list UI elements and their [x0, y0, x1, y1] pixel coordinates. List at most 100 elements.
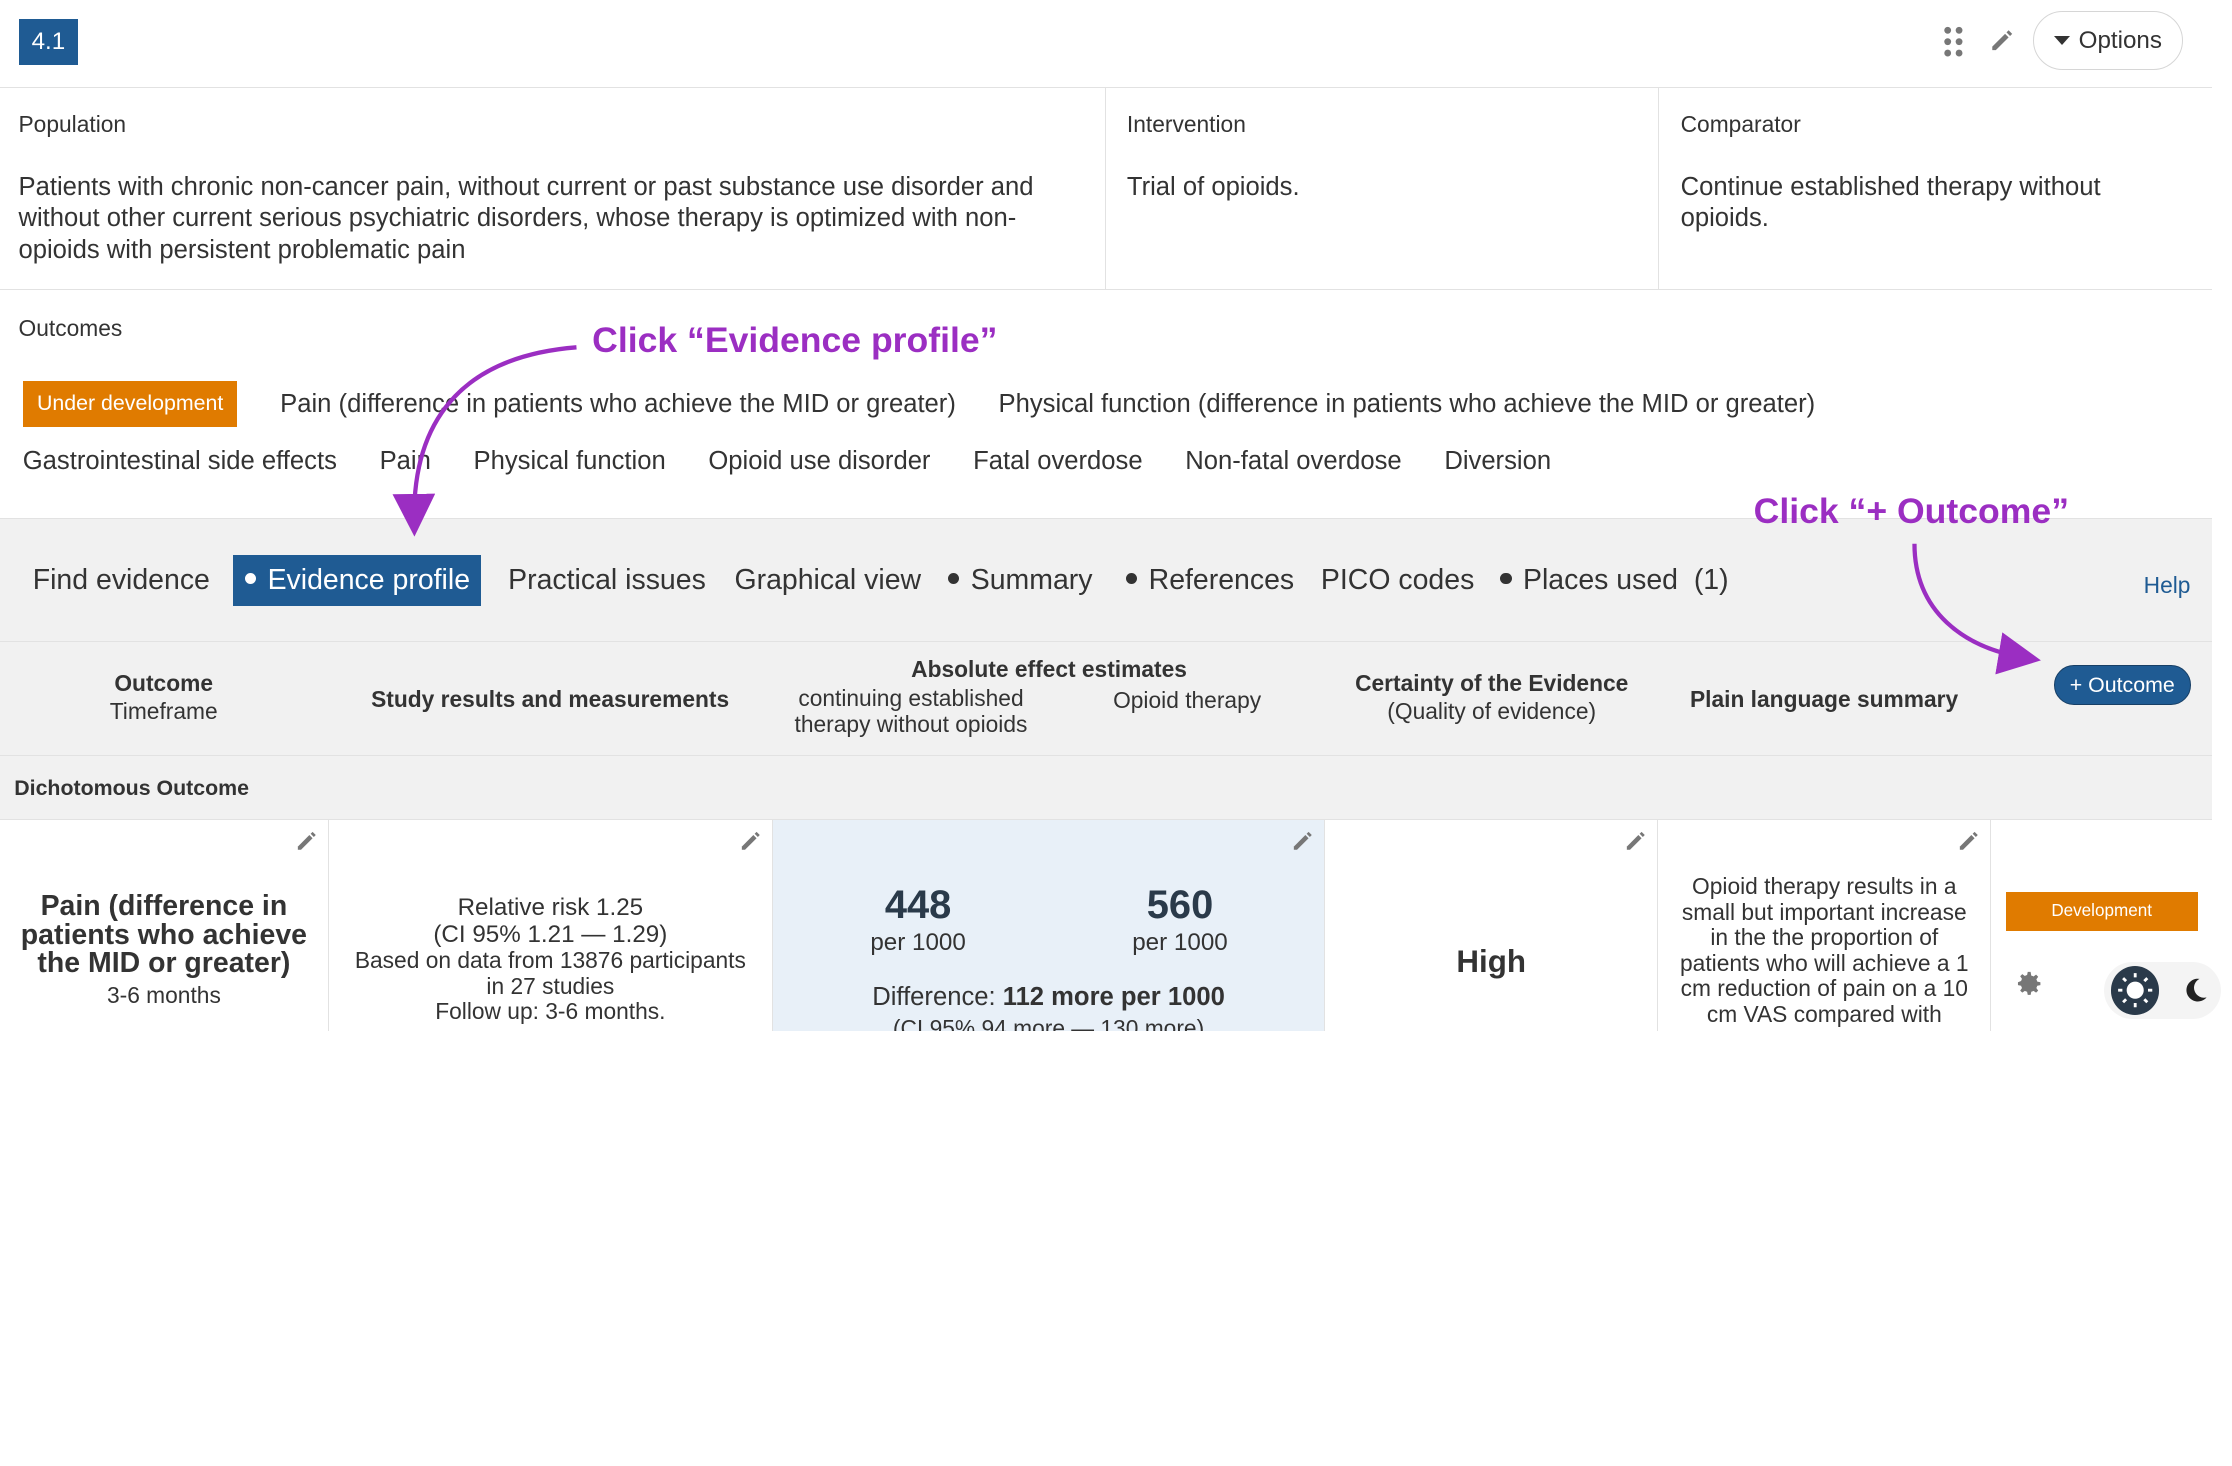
intervention-value: 560 per 1000 [1095, 884, 1266, 958]
tab-find-evidence[interactable]: Find evidence [33, 555, 210, 606]
intervention-col-header: Opioid therapy [1113, 687, 1262, 714]
outcome-link[interactable]: Pain [380, 447, 431, 476]
moon-icon[interactable] [2181, 976, 2209, 1004]
comparator-text: Continue established therapy without opi… [1680, 173, 2101, 233]
drag-handle-icon[interactable] [1942, 26, 1965, 57]
study-results-header-label: Study results and measurements [371, 685, 730, 712]
tab-evidence-profile[interactable]: Evidence profile [233, 554, 482, 606]
tab-dot-icon [1125, 572, 1138, 585]
edit-pencil-icon[interactable] [738, 828, 764, 854]
light-mode-button[interactable] [2110, 966, 2160, 1015]
gear-icon[interactable] [2013, 968, 2044, 999]
options-button[interactable]: Options [2032, 11, 2184, 70]
tab-dot-icon [1500, 572, 1512, 585]
pico-section: Population Patients with chronic non-can… [0, 88, 2212, 291]
based-on-text: Based on data from 13876 participants in… [354, 946, 746, 999]
timeframe-header-label: Timeframe [109, 698, 218, 725]
difference-value: 112 more per 1000 [1002, 983, 1225, 1012]
certainty-cell[interactable]: High [1325, 819, 1659, 1031]
outcomes-row-1: Under development Pain (difference in pa… [22, 381, 1816, 427]
outcome-link[interactable]: Pain (difference in patients who achieve… [280, 390, 956, 419]
certainty-header-label: Certainty of the Evidence [1355, 669, 1629, 696]
relative-risk-ci: (CI 95% 1.21 — 1.29) [433, 920, 668, 948]
outcome-link[interactable]: Fatal overdose [973, 447, 1142, 476]
comparator-label: Comparator [1680, 111, 1801, 138]
add-outcome-button[interactable]: + Outcome [2053, 664, 2191, 705]
certainty-header-sub: (Quality of evidence) [1387, 698, 1597, 725]
population-label: Population [18, 111, 127, 138]
outcome-link[interactable]: Physical function [474, 447, 666, 476]
section-number-badge: 4.1 [18, 18, 79, 66]
difference-label: Difference: [872, 983, 996, 1012]
add-outcome-annotation: Click “+ Outcome” [1753, 491, 2069, 532]
intervention-text: Trial of opioids. [1126, 173, 1300, 202]
tab-dot-icon [947, 572, 960, 585]
tab-dot-icon [244, 572, 257, 585]
outcome-cell[interactable]: Pain (difference in patients who achieve… [0, 819, 329, 1031]
comparator-value: 448 per 1000 [833, 884, 1004, 958]
theme-toggle[interactable] [2103, 962, 2221, 1020]
comparator-column: Comparator Continue established therapy … [1658, 88, 2212, 291]
study-results-header: Study results and measurements [327, 685, 773, 713]
tab-summary[interactable]: Summary [947, 555, 1092, 606]
edit-pencil-icon[interactable] [1988, 26, 2016, 54]
outcome-link[interactable]: Non-fatal overdose [1185, 447, 1401, 476]
plain-language-header-label: Plain language summary [1689, 685, 1959, 712]
help-link[interactable]: Help [2144, 572, 2191, 599]
follow-up-text: Follow up: 3-6 months. [435, 998, 666, 1025]
difference-text: Difference: 112 more per 1000 (CI 95% 94… [773, 982, 1324, 1030]
tab-practical-issues[interactable]: Practical issues [508, 555, 706, 606]
intervention-column: Intervention Trial of opioids. [1104, 88, 1659, 291]
absolute-effect-header: Absolute effect estimates [773, 655, 1325, 683]
top-bar: 4.1 Options [0, 0, 2212, 89]
plain-language-header: Plain language summary [1658, 685, 1990, 713]
absolute-effect-header-label: Absolute effect estimates [911, 655, 1187, 682]
relative-risk: Relative risk 1.25 [457, 893, 644, 921]
table-row: Pain (difference in patients who achieve… [0, 819, 2212, 1031]
comparator-number: 448 [884, 882, 952, 927]
tab-graphical-view[interactable]: Graphical view [734, 555, 921, 606]
edit-pencil-icon[interactable] [1623, 828, 1649, 854]
plain-language-cell[interactable]: Opioid therapy results in a small but im… [1658, 819, 1992, 1031]
edit-pencil-icon[interactable] [1290, 828, 1316, 854]
population-column: Population Patients with chronic non-can… [0, 88, 1105, 290]
population-text: Patients with chronic non-cancer pain, w… [18, 173, 1034, 264]
tabs-bar: Find evidence Evidence profile Practical… [0, 518, 2212, 642]
outcome-header: Outcome Timeframe [0, 669, 327, 726]
intervention-unit: per 1000 [1132, 928, 1228, 956]
caret-down-icon [2054, 36, 2071, 46]
study-results-cell[interactable]: Relative risk 1.25 (CI 95% 1.21 — 1.29) … [329, 819, 773, 1031]
outcome-link[interactable]: Diversion [1444, 447, 1551, 476]
edit-pencil-icon[interactable] [1956, 828, 1982, 854]
outcomes-row-2: Gastrointestinal side effects Pain Physi… [23, 447, 1551, 476]
sun-icon [2118, 973, 2153, 1008]
tab-places-used[interactable]: Places used (1) [1500, 555, 1729, 606]
comparator-unit: per 1000 [870, 928, 966, 956]
dichotomous-section-row: Dichotomous Outcome [0, 755, 2212, 820]
outcome-link[interactable]: Opioid use disorder [708, 447, 930, 476]
tab-label: References [1148, 563, 1295, 596]
evidence-table-header: Outcome Timeframe Study results and meas… [0, 641, 2212, 756]
certainty-value: High [1456, 943, 1526, 979]
comparator-col-header: continuing established therapy without o… [794, 685, 1028, 737]
page: 4.1 Options Population Patients with chr… [0, 0, 2232, 1031]
outcomes-label: Outcomes [18, 314, 123, 341]
intervention-label: Intervention [1126, 111, 1246, 138]
edit-pencil-icon[interactable] [294, 828, 320, 854]
outcome-link[interactable]: Physical function (difference in patient… [999, 390, 1816, 419]
absolute-effect-cell[interactable]: 448 per 1000 560 per 1000 Difference: 11… [772, 819, 1326, 1031]
places-used-count: (1) [1693, 563, 1729, 596]
section-title: Dichotomous Outcome [14, 775, 250, 800]
tab-label: Places used [1523, 563, 1679, 596]
development-status-badge: Development [2005, 892, 2198, 931]
outcome-name: Pain (difference in patients who achieve… [20, 890, 307, 980]
tab-label: Evidence profile [267, 563, 471, 596]
under-development-badge: Under development [22, 381, 238, 427]
tab-pico-codes[interactable]: PICO codes [1321, 555, 1474, 606]
study-results-text: Relative risk 1.25 (CI 95% 1.21 — 1.29) … [329, 894, 772, 1025]
outcome-link[interactable]: Gastrointestinal side effects [23, 447, 337, 476]
tab-references[interactable]: References [1125, 555, 1295, 606]
options-label: Options [2078, 26, 2162, 54]
evidence-profile-annotation: Click “Evidence profile” [592, 320, 998, 361]
outcome-header-label: Outcome [114, 669, 214, 696]
